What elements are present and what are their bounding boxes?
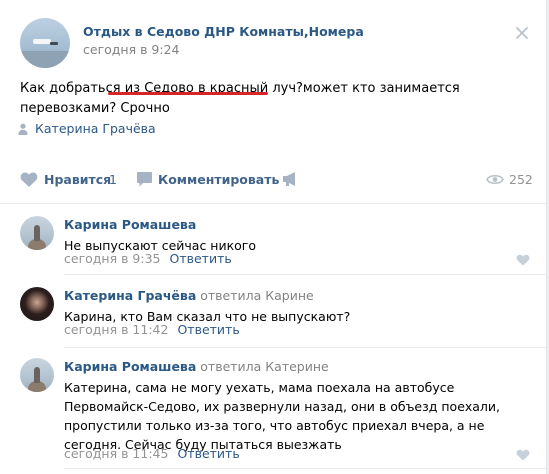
person-icon <box>18 123 28 135</box>
post-divider <box>0 203 546 204</box>
comment-time[interactable]: сегодня в 9:35 <box>64 251 161 266</box>
avatar[interactable] <box>20 358 54 392</box>
comment-time[interactable]: сегодня в 11:45 <box>64 446 168 461</box>
comment-separator <box>64 468 546 469</box>
comment-meta: сегодня в 11:42 Ответить <box>64 322 240 337</box>
eye-icon <box>486 174 504 185</box>
reply-link[interactable]: Ответить <box>177 322 239 337</box>
like-count: 1 <box>109 172 117 187</box>
comment-time[interactable]: сегодня в 11:42 <box>64 322 168 337</box>
comment-author: Карина Ромашева ответила Катерине <box>64 359 329 374</box>
post-time-link[interactable]: сегодня в 9:24 <box>83 42 180 57</box>
comment-author-name[interactable]: Карина Ромашева <box>64 217 196 232</box>
heart-icon <box>20 172 38 187</box>
reply-link[interactable]: Ответить <box>177 446 239 461</box>
reply-link[interactable]: Ответить <box>170 251 232 266</box>
comment-replied-to[interactable]: ответила Катерине <box>200 359 328 374</box>
views-count: 252 <box>509 172 533 187</box>
post-text: Как добраться из Седово в красный луч?мо… <box>20 79 520 119</box>
group-avatar[interactable] <box>20 18 70 68</box>
comment-meta: сегодня в 11:45 Ответить <box>64 446 240 461</box>
comment-icon <box>137 172 152 187</box>
comment-separator <box>64 274 546 275</box>
signer-name: Катерина Грачёва <box>35 121 156 136</box>
wall-post-card: Отдых в Седово ДНР Комнаты,Номера сегодн… <box>0 0 547 474</box>
avatar[interactable] <box>20 287 54 321</box>
heart-icon[interactable] <box>516 254 530 266</box>
comment-text: Катерина, сама не могу уехать, мама поех… <box>64 380 501 452</box>
avatar[interactable] <box>20 216 54 250</box>
comment-meta: сегодня в 9:35 Ответить <box>64 251 232 266</box>
comment-author: Карина Ромашева <box>64 217 196 232</box>
red-underline-mark <box>108 92 268 95</box>
close-icon[interactable] <box>514 25 530 41</box>
megaphone-icon <box>283 172 295 186</box>
comment-label: Комментировать <box>158 172 280 187</box>
comment-separator <box>64 347 546 348</box>
group-name-link[interactable]: Отдых в Седово ДНР Комнаты,Номера <box>83 24 364 39</box>
comment-author: Катерина Грачёва ответила Карине <box>64 288 314 303</box>
heart-icon[interactable] <box>516 449 530 461</box>
views-counter: 252 <box>486 168 536 192</box>
comment-author-name[interactable]: Карина Ромашева <box>64 359 196 374</box>
comment-replied-to[interactable]: ответила Карине <box>200 288 313 303</box>
comment-author-name[interactable]: Катерина Грачёва <box>64 288 196 303</box>
post-actions: Нравится 1 Комментировать 252 <box>20 168 533 192</box>
like-label: Нравится <box>44 172 112 187</box>
